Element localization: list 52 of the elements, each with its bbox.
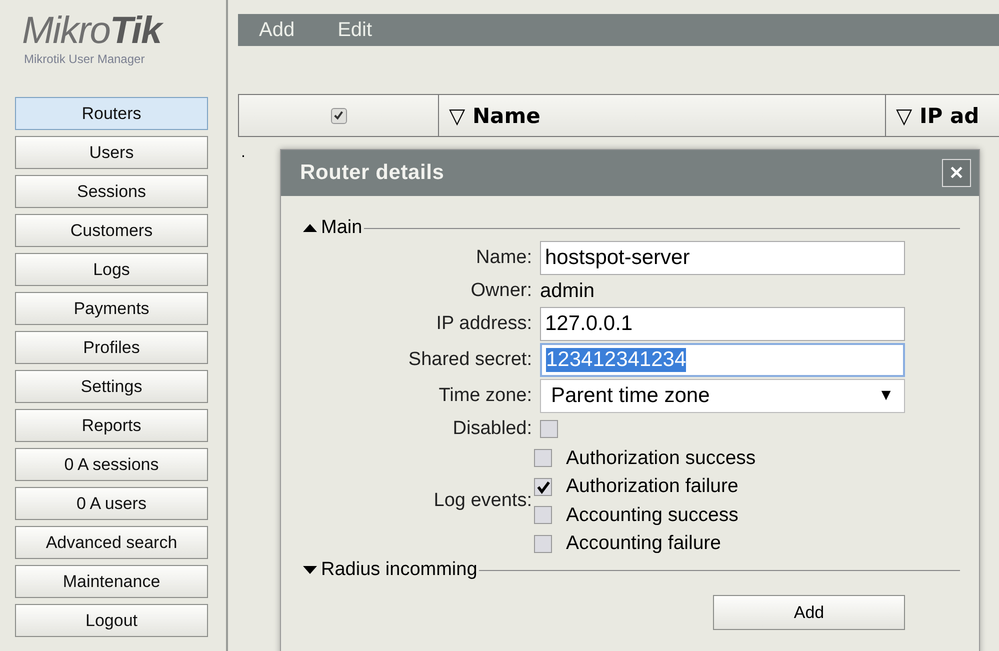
logo-subtitle: Mikrotik User Manager	[24, 52, 145, 66]
checkbox-label: Authorization success	[566, 446, 756, 470]
nav-button[interactable]: Logout	[15, 604, 208, 637]
check-icon	[333, 110, 344, 121]
time-zone-dropdown[interactable]: Parent time zone ▼	[540, 379, 905, 413]
toolbar-link[interactable]: Edit	[338, 18, 372, 42]
row-marker: .	[241, 145, 246, 161]
checkbox-label: Accounting failure	[566, 532, 722, 556]
nav-button[interactable]: Settings	[15, 370, 208, 403]
nav-button[interactable]: Maintenance	[15, 565, 208, 598]
add-button[interactable]: Add	[713, 595, 905, 630]
checkbox[interactable]	[534, 449, 552, 468]
checkbox[interactable]	[534, 506, 552, 524]
section-title[interactable]: Main	[321, 217, 362, 239]
input-field[interactable]: 127.0.0.1	[540, 307, 905, 341]
nav-button[interactable]: Advanced search	[15, 526, 208, 559]
nav-button[interactable]: Logs	[15, 253, 208, 286]
column-header[interactable]: ▽ IP ad	[886, 95, 999, 136]
dialog-title: Router details	[300, 161, 444, 185]
field-label: Disabled:	[452, 417, 532, 441]
nav-button[interactable]: Customers	[15, 214, 208, 247]
field-label: Log events:	[432, 489, 532, 513]
checkbox-label: Authorization failure	[566, 475, 738, 498]
checkbox[interactable]	[540, 420, 558, 438]
field-label: Owner:	[470, 279, 532, 303]
nav-button[interactable]: 0 A sessions	[15, 448, 208, 481]
field-label: Name:	[475, 246, 532, 270]
nav-button[interactable]: Routers	[15, 97, 208, 130]
checkbox[interactable]	[534, 478, 552, 496]
field-value: admin	[540, 279, 596, 304]
nav-button[interactable]: Users	[15, 136, 208, 169]
nav-button[interactable]: Profiles	[15, 331, 208, 364]
field-label: IP address:	[435, 312, 532, 336]
field-label: Shared secret:	[407, 348, 532, 372]
section-title[interactable]: Radius incomming	[321, 559, 478, 581]
toolbar-link[interactable]: Add	[259, 18, 295, 42]
close-button[interactable]: ✕	[942, 159, 971, 187]
section-toggle-icon[interactable]	[303, 224, 317, 232]
nav-button[interactable]: Reports	[15, 409, 208, 442]
check-icon	[536, 480, 550, 494]
nav-button[interactable]: Payments	[15, 292, 208, 325]
column-header[interactable]: ▽ Name	[439, 95, 886, 136]
checkbox-label: Accounting success	[566, 504, 738, 527]
nav-button[interactable]: Sessions	[15, 175, 208, 208]
checkbox[interactable]	[534, 534, 552, 553]
field-label: Time zone:	[438, 384, 532, 408]
logo-wordmark: MikroTik	[22, 12, 162, 50]
input-field[interactable]: hostspot-server	[540, 241, 905, 275]
select-all-checkbox[interactable]	[330, 108, 346, 124]
section-toggle-icon[interactable]	[303, 566, 317, 574]
input-field[interactable]: 123412341234	[540, 343, 905, 377]
nav-button[interactable]: 0 A users	[15, 487, 208, 520]
